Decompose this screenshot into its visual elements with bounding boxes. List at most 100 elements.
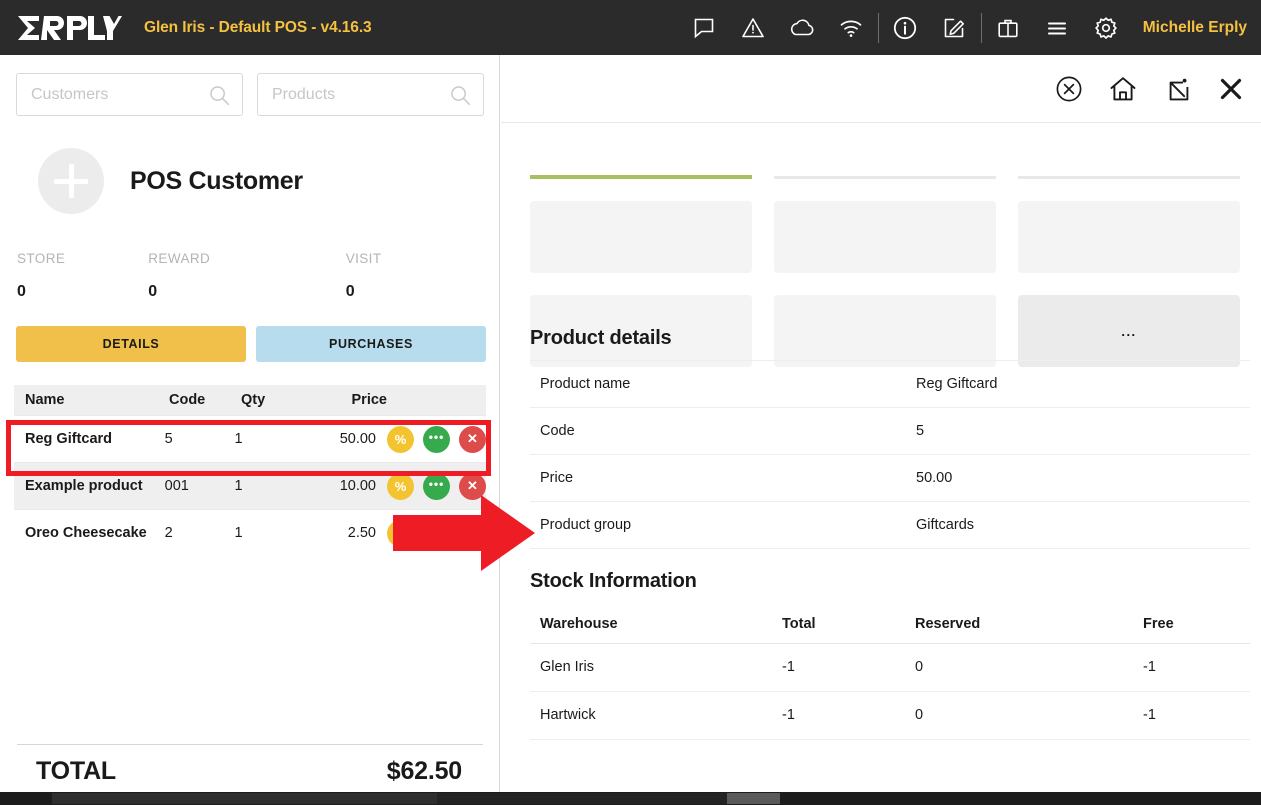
cart-row-name: Reg Giftcard — [25, 431, 113, 447]
tab-purchases[interactable]: PURCHASES — [256, 326, 486, 362]
cart-col-price: Price — [351, 392, 387, 408]
cart-table-header: Name Code Qty Price — [14, 385, 486, 415]
cart-row-code: 5 — [164, 431, 173, 447]
edit-square-icon[interactable] — [1155, 67, 1199, 111]
table-header-row: Warehouse Total Reserved Free — [530, 605, 1250, 644]
stat-reward: REWARD — [148, 251, 345, 266]
cart-row-qty: 1 — [234, 431, 243, 447]
scrollbar-thumb[interactable] — [727, 793, 780, 804]
more-badge[interactable]: ••• — [423, 425, 450, 453]
home-icon[interactable] — [1101, 67, 1145, 111]
stock-free: -1 — [1133, 691, 1250, 740]
tab-indicator-active[interactable] — [530, 175, 752, 179]
pos-application-window: Glen Iris - Default POS - v4.16.3 Michel… — [0, 0, 1261, 805]
customers-search-box[interactable] — [16, 73, 243, 116]
product-group-value: Giftcards — [906, 501, 1250, 549]
left-pos-panel: POS Customer STORE REWARD VISIT 0 0 — [0, 55, 500, 792]
cart-row-name: Oreo Cheesecake — [25, 525, 147, 541]
product-name-value: Reg Giftcard — [906, 360, 1250, 408]
customer-stats: STORE REWARD VISIT 0 0 0 — [17, 251, 477, 301]
wifi-icon[interactable] — [827, 0, 876, 55]
stat-value-reward: 0 — [148, 283, 158, 300]
cart-row-code: 2 — [164, 525, 173, 541]
product-tab-indicator-strip — [501, 175, 1261, 180]
stock-warehouse: Glen Iris — [530, 643, 772, 692]
stock-information-title: Stock Information — [530, 570, 697, 592]
cart-row-actions: % ••• ✕ — [376, 425, 486, 453]
product-details-table: Product name Reg Giftcard Code 5 Price 5… — [530, 360, 1250, 549]
stock-total: -1 — [772, 691, 905, 740]
table-row[interactable]: Example product 001 1 10.00 % ••• ✕ — [14, 462, 486, 509]
tab-indicator-2[interactable] — [774, 176, 996, 179]
cart-row-name: Example product — [25, 478, 143, 494]
cart-row-qty: 1 — [234, 478, 243, 494]
table-row: Glen Iris -1 0 -1 — [530, 643, 1250, 692]
customer-header[interactable]: POS Customer — [38, 148, 303, 214]
delete-badge[interactable]: ✕ — [459, 519, 486, 547]
products-search-box[interactable] — [257, 73, 484, 116]
totals-divider — [17, 744, 483, 745]
cloud-icon[interactable] — [778, 0, 827, 55]
stat-label-reward: REWARD — [148, 251, 211, 266]
search-icon — [209, 85, 230, 111]
discount-badge[interactable]: % — [387, 519, 414, 547]
stock-information-table: Warehouse Total Reserved Free Glen Iris … — [530, 605, 1250, 740]
customers-search-input[interactable] — [17, 74, 202, 115]
table-row: Product group Giftcards — [530, 501, 1250, 549]
compose-icon[interactable] — [930, 0, 979, 55]
chat-icon[interactable] — [680, 0, 729, 55]
more-badge[interactable]: ••• — [423, 519, 450, 547]
product-price-value: 50.00 — [906, 454, 1250, 502]
table-row[interactable]: Oreo Cheesecake 2 1 2.50 % ••• ✕ — [14, 509, 486, 556]
briefcase-icon[interactable] — [984, 0, 1033, 55]
delete-badge[interactable]: ✕ — [459, 425, 486, 453]
stat-label-store: STORE — [17, 251, 66, 266]
delete-badge[interactable]: ✕ — [459, 472, 486, 500]
products-search-input[interactable] — [258, 74, 443, 115]
horizontal-scrollbar[interactable] — [0, 792, 1261, 805]
total-row: TOTAL $62.50 — [36, 757, 462, 786]
tile-2[interactable] — [774, 201, 996, 273]
search-icon — [450, 85, 471, 111]
stat-label-visit: VISIT — [345, 251, 382, 266]
stock-col-warehouse: Warehouse — [530, 605, 772, 644]
product-details-title: Product details — [530, 327, 672, 349]
info-circle-icon[interactable] — [881, 0, 930, 55]
erply-logo[interactable] — [16, 0, 122, 55]
customer-tab-group: DETAILS PURCHASES — [16, 326, 486, 362]
customer-name: POS Customer — [130, 166, 303, 195]
stock-warehouse: Hartwick — [530, 691, 772, 740]
warning-triangle-icon[interactable] — [729, 0, 778, 55]
topbar-divider-1 — [877, 12, 879, 43]
stock-reserved: 0 — [905, 691, 1133, 740]
cart-row-price: 10.00 — [339, 478, 376, 494]
scrollbar-segment-1[interactable] — [52, 793, 437, 804]
tab-indicator-3[interactable] — [1018, 176, 1240, 179]
more-badge[interactable]: ••• — [423, 472, 450, 500]
product-detail-panel: ... Product details Product name Reg Gif… — [501, 55, 1261, 792]
product-name-key: Product name — [530, 360, 906, 408]
discount-badge[interactable]: % — [387, 425, 414, 453]
totals-section: TOTAL $62.50 TAX 0.00 NET 62.50 — [36, 757, 462, 792]
cancel-circle-icon[interactable] — [1047, 67, 1091, 111]
topbar-icon-group: Michelle Erply — [680, 0, 1261, 55]
close-icon[interactable] — [1209, 67, 1253, 111]
tab-details[interactable]: DETAILS — [16, 326, 246, 362]
tile-3[interactable] — [1018, 201, 1240, 273]
stock-free: -1 — [1133, 643, 1250, 692]
scrollbar-segment-2[interactable] — [437, 793, 727, 804]
stock-information-section: Stock Information Warehouse Total Reserv… — [530, 570, 1250, 740]
table-row: Product name Reg Giftcard — [530, 360, 1250, 408]
discount-badge[interactable]: % — [387, 472, 414, 500]
panel-top-divider — [501, 122, 1261, 123]
product-code-key: Code — [530, 407, 906, 455]
hamburger-menu-icon[interactable] — [1033, 0, 1082, 55]
cart-row-code: 001 — [164, 478, 189, 494]
cart-row-actions: % ••• ✕ — [376, 472, 486, 500]
plus-icon[interactable] — [38, 148, 104, 214]
user-name-label[interactable]: Michelle Erply — [1143, 19, 1247, 37]
tile-1[interactable] — [530, 201, 752, 273]
gear-icon[interactable] — [1082, 0, 1131, 55]
product-details-section: Product details Product name Reg Giftcar… — [530, 327, 1250, 549]
table-row[interactable]: Reg Giftcard 5 1 50.00 % ••• ✕ — [14, 415, 486, 462]
